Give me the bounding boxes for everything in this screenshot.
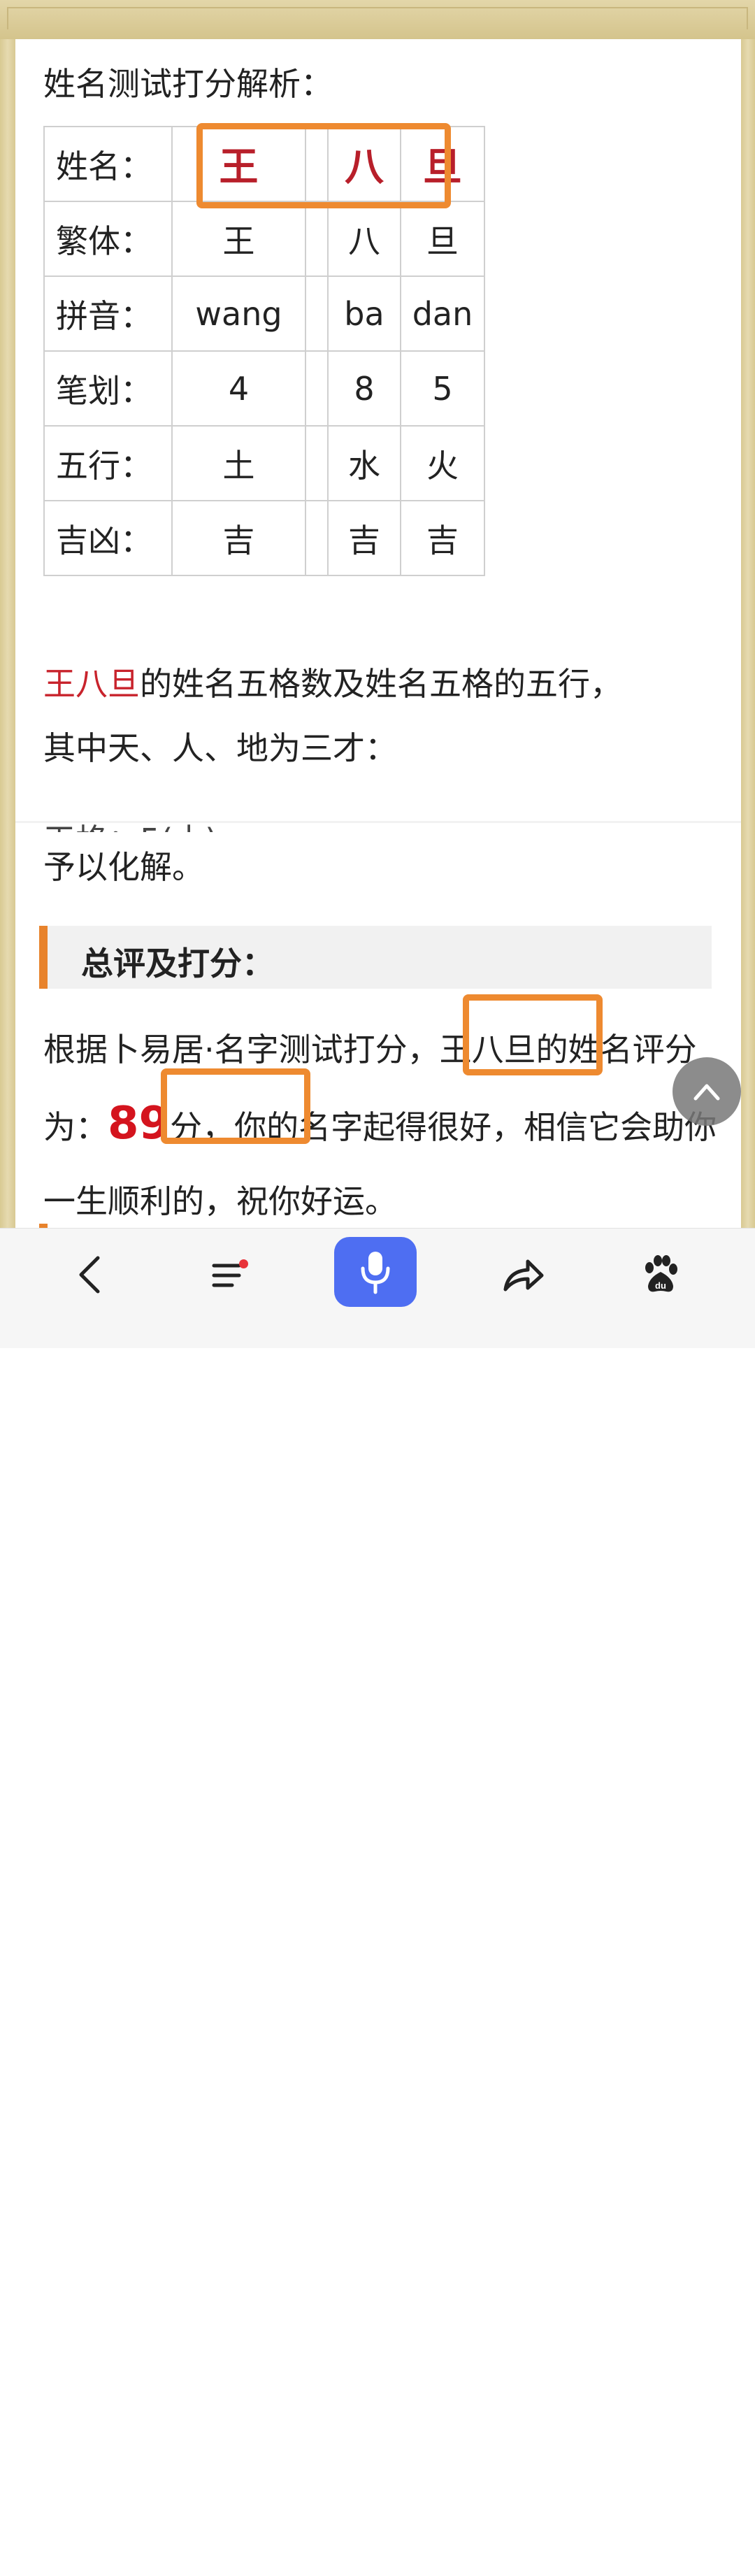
- screenshot-seam: [15, 821, 741, 823]
- decorative-frame-left: [0, 39, 15, 1228]
- table-row: 拼音： wang ba dan: [43, 276, 485, 352]
- section-title: 总评及打分：: [81, 945, 274, 982]
- bottom-navigation-bar: du: [0, 1228, 755, 1348]
- baidu-button[interactable]: du: [629, 1240, 692, 1310]
- highlighted-name: 王八旦: [43, 665, 140, 703]
- chevron-left-icon: [79, 1256, 100, 1294]
- back-button[interactable]: [62, 1240, 117, 1310]
- table-cell: 吉: [327, 500, 401, 576]
- svg-text:du: du: [655, 1280, 666, 1291]
- chevron-up-icon: [693, 1084, 720, 1101]
- result-paragraph: 根据卜易居·名字测试打分，王八旦的姓名评分为：89分，你的名字起得很好，相信它会…: [43, 1031, 717, 1220]
- microphone-icon: [361, 1252, 390, 1294]
- resolve-paragraph: 予以化解。: [43, 848, 204, 886]
- row-label: 吉凶：: [43, 500, 173, 576]
- table-cell: wang: [171, 276, 306, 352]
- table-cell: 水: [327, 425, 401, 501]
- table-row: 吉凶： 吉 吉 吉: [43, 500, 485, 576]
- wuge-paragraph: 王八旦的姓名五格数及姓名五格的五行， 其中天、人、地为三才：: [43, 665, 622, 767]
- share-icon: [503, 1259, 544, 1291]
- table-row: 五行： 土 水 火: [43, 425, 485, 501]
- table-cell: 土: [171, 425, 306, 501]
- table-cell: 八: [327, 201, 401, 277]
- scroll-to-top-button[interactable]: [673, 1057, 741, 1126]
- notification-dot: [239, 1259, 248, 1268]
- cut-off-text: 天格：5(土): [43, 815, 323, 832]
- page-heading: 姓名测试打分解析：: [43, 65, 333, 103]
- score-highlight-box: [161, 1068, 310, 1144]
- table-row: 笔划： 4 8 5: [43, 350, 485, 427]
- table-cell: 火: [400, 425, 485, 501]
- decorative-frame-top: [0, 0, 755, 41]
- table-cell: 王: [171, 201, 306, 277]
- voice-search-button[interactable]: [334, 1237, 417, 1307]
- menu-button[interactable]: [201, 1240, 257, 1310]
- section-header: 总评及打分：: [39, 926, 712, 989]
- table-cell: 吉: [171, 500, 306, 576]
- name-highlight-box: [196, 123, 451, 208]
- table-cell: 5: [400, 350, 485, 427]
- row-label: 五行：: [43, 425, 173, 501]
- table-cell: 4: [171, 350, 306, 427]
- table-cell: dan: [400, 276, 485, 352]
- row-label: 繁体：: [43, 201, 173, 277]
- system-navigation-bar: [0, 2545, 755, 2576]
- table-cell: ba: [327, 276, 401, 352]
- row-label: 拼音：: [43, 276, 173, 352]
- article-content: 姓名测试打分解析： 姓名： 王 八 旦 繁体： 王 八 旦 拼音： wang b…: [15, 39, 741, 1228]
- result-name-highlight-box: [463, 994, 603, 1075]
- row-label: 姓名：: [43, 126, 173, 202]
- row-label: 笔划：: [43, 350, 173, 427]
- table-cell: 8: [327, 350, 401, 427]
- decorative-frame-right: [741, 39, 755, 1228]
- table-cell: 旦: [400, 201, 485, 277]
- table-row: 繁体： 王 八 旦: [43, 201, 485, 277]
- share-button[interactable]: [492, 1240, 555, 1310]
- baidu-paw-icon: du: [645, 1255, 677, 1292]
- table-cell: 吉: [400, 500, 485, 576]
